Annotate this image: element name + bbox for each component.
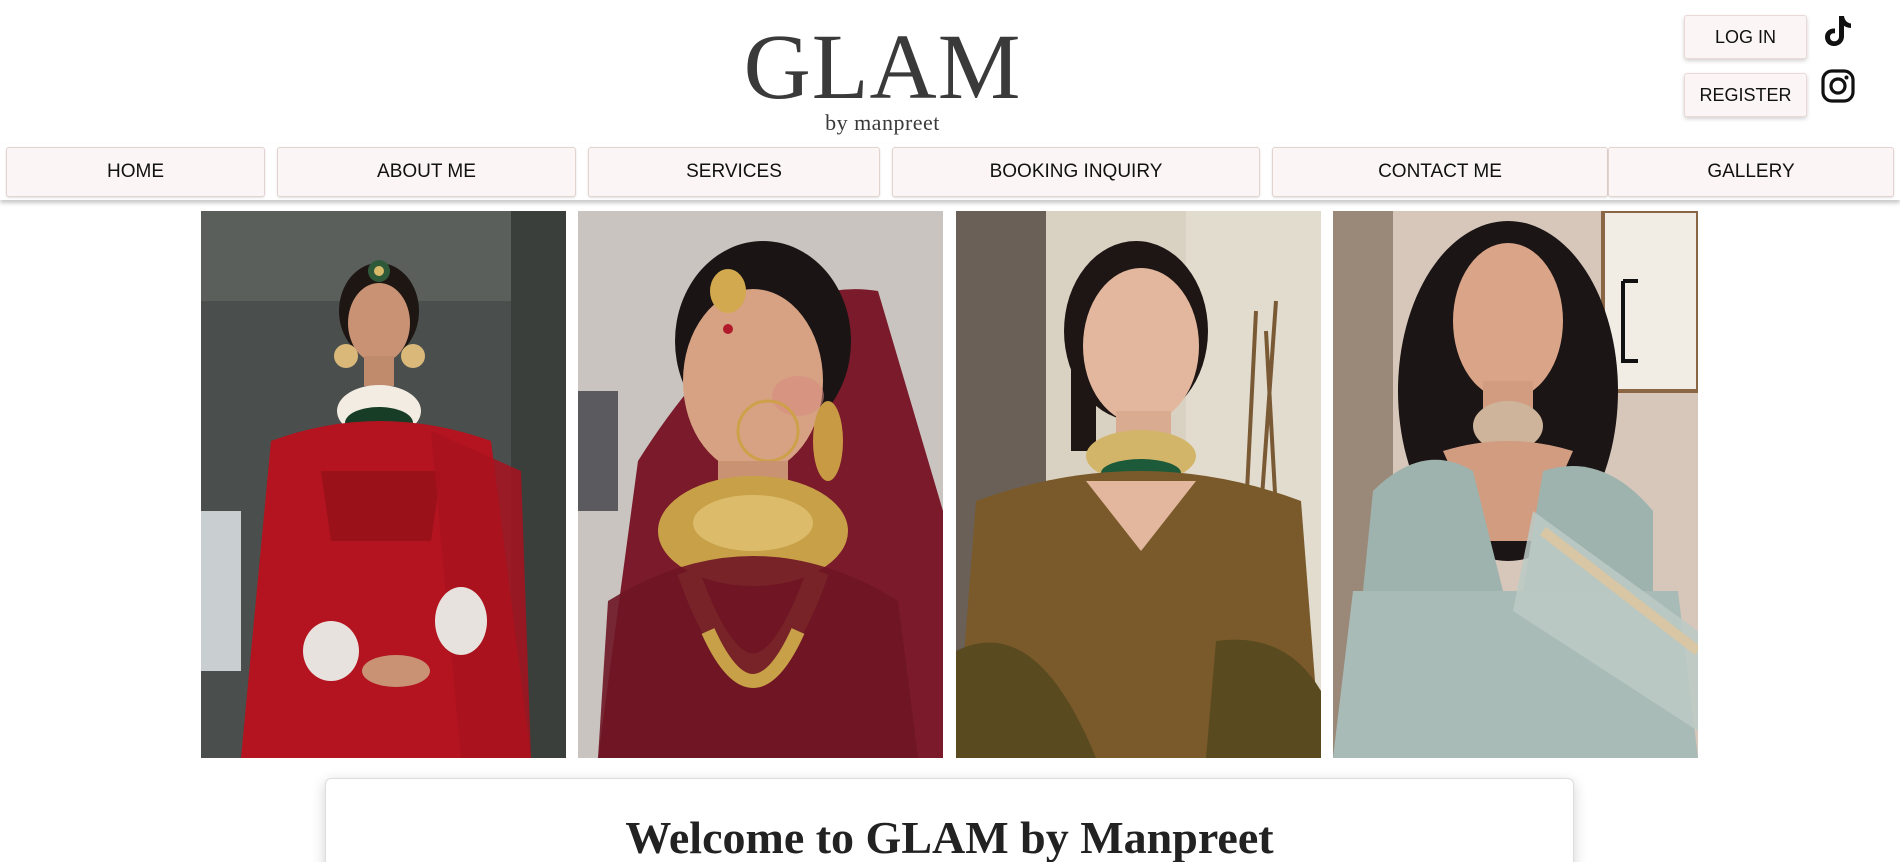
- gallery-photo: [201, 211, 566, 758]
- main-nav: HOME ABOUT ME SERVICES BOOKING INQUIRY C…: [0, 144, 1900, 200]
- welcome-card: Welcome to GLAM by Manpreet: [325, 778, 1574, 862]
- register-button[interactable]: REGISTER: [1684, 73, 1807, 117]
- nav-home[interactable]: HOME: [6, 147, 265, 197]
- instagram-link[interactable]: [1818, 66, 1858, 106]
- login-button[interactable]: LOG IN: [1684, 15, 1807, 59]
- nav-gallery[interactable]: GALLERY: [1608, 147, 1894, 197]
- brand-logo[interactable]: GLAM by manpreet: [740, 18, 1025, 138]
- instagram-icon: [1821, 69, 1855, 103]
- gallery-photo: [956, 211, 1321, 758]
- tiktok-link[interactable]: [1818, 9, 1858, 53]
- nav-contact-me[interactable]: CONTACT ME: [1272, 147, 1608, 197]
- nav-about-me[interactable]: ABOUT ME: [277, 147, 576, 197]
- gallery-photo: [578, 211, 943, 758]
- gallery-photo: [1333, 211, 1698, 758]
- brand-name: GLAM: [743, 16, 1022, 119]
- nav-booking-inquiry[interactable]: BOOKING INQUIRY: [892, 147, 1260, 197]
- welcome-title: Welcome to GLAM by Manpreet: [625, 812, 1274, 862]
- nav-services[interactable]: SERVICES: [588, 147, 880, 197]
- tiktok-icon: [1825, 16, 1851, 46]
